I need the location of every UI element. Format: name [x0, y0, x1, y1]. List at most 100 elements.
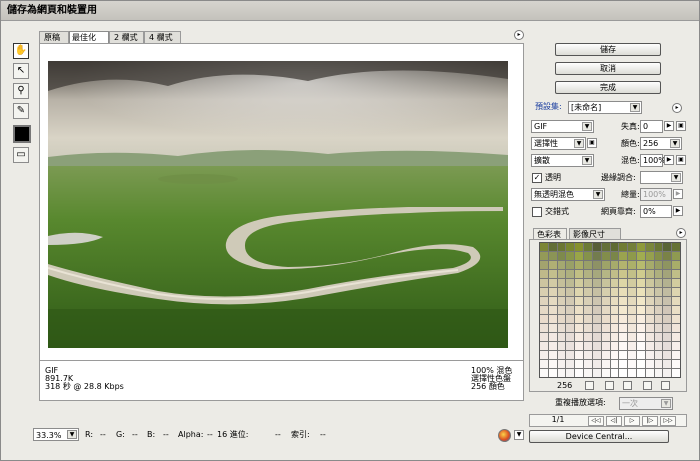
color-swatch[interactable]	[672, 324, 680, 332]
color-swatch[interactable]	[575, 297, 584, 305]
color-swatch[interactable]	[636, 360, 645, 368]
color-swatch[interactable]	[672, 279, 680, 287]
color-swatch[interactable]	[592, 369, 601, 377]
color-swatch[interactable]	[610, 270, 619, 278]
color-swatch[interactable]	[601, 360, 610, 368]
color-swatch[interactable]	[619, 288, 628, 296]
color-swatch[interactable]	[575, 243, 584, 251]
color-swatch[interactable]	[610, 288, 619, 296]
color-swatch[interactable]	[610, 324, 619, 332]
color-swatch[interactable]	[540, 324, 548, 332]
color-swatch[interactable]	[628, 297, 636, 305]
color-swatch[interactable]	[592, 360, 601, 368]
color-swatch[interactable]	[601, 297, 610, 305]
color-swatch[interactable]	[663, 306, 672, 314]
color-swatch[interactable]	[628, 369, 636, 377]
color-swatch[interactable]	[548, 333, 557, 341]
color-swatch[interactable]	[566, 243, 575, 251]
color-swatch[interactable]	[619, 279, 628, 287]
optimize-menu-icon[interactable]: ▸	[672, 103, 682, 113]
zoom-select[interactable]: 33.3% ▼	[33, 428, 79, 441]
color-swatch[interactable]	[645, 306, 654, 314]
preview-menu-icon[interactable]: ▸	[514, 30, 524, 40]
color-swatch[interactable]	[566, 315, 575, 323]
transparency-dither-select[interactable]: 無透明混色 ▼	[531, 188, 605, 201]
color-swatch[interactable]	[548, 243, 557, 251]
color-swatch[interactable]	[575, 306, 584, 314]
color-swatch[interactable]	[654, 288, 663, 296]
color-swatch[interactable]	[575, 252, 584, 260]
color-swatch[interactable]	[610, 279, 619, 287]
color-swatch[interactable]	[540, 369, 548, 377]
color-swatch[interactable]	[557, 315, 566, 323]
color-swatch[interactable]	[619, 243, 628, 251]
color-swatch[interactable]	[619, 324, 628, 332]
color-swatch[interactable]	[548, 306, 557, 314]
color-swatch[interactable]	[566, 351, 575, 359]
color-swatch[interactable]	[636, 270, 645, 278]
color-swatch[interactable]	[610, 243, 619, 251]
color-swatch[interactable]	[601, 288, 610, 296]
color-swatch[interactable]	[566, 342, 575, 350]
color-swatch[interactable]	[645, 279, 654, 287]
color-swatch[interactable]	[619, 270, 628, 278]
color-swatch[interactable]	[584, 360, 592, 368]
preset-select[interactable]: [未命名] ▼	[568, 101, 642, 114]
color-swatch[interactable]	[645, 270, 654, 278]
color-swatch[interactable]	[548, 324, 557, 332]
color-swatch[interactable]	[619, 360, 628, 368]
color-swatch[interactable]	[628, 342, 636, 350]
color-swatch[interactable]	[654, 351, 663, 359]
color-swatch[interactable]	[592, 252, 601, 260]
web-snap-slider-icon[interactable]: ▶	[673, 206, 683, 216]
web-snap-field[interactable]: 0%	[640, 205, 672, 218]
dither-amount-field[interactable]: 100%	[640, 154, 666, 167]
color-swatch[interactable]	[628, 333, 636, 341]
color-swatch[interactable]	[540, 297, 548, 305]
color-swatch[interactable]	[672, 288, 680, 296]
color-swatch[interactable]	[557, 270, 566, 278]
color-swatch[interactable]	[672, 369, 680, 377]
color-swatch[interactable]	[575, 360, 584, 368]
color-swatch[interactable]	[663, 279, 672, 287]
color-swatch[interactable]	[654, 252, 663, 260]
color-swatch[interactable]	[592, 324, 601, 332]
color-table-menu-icon[interactable]: ▸	[676, 228, 686, 238]
color-swatch[interactable]	[672, 333, 680, 341]
color-swatch[interactable]	[584, 270, 592, 278]
color-swatch[interactable]	[548, 297, 557, 305]
color-swatch[interactable]	[628, 279, 636, 287]
color-swatch[interactable]	[645, 351, 654, 359]
new-color-icon[interactable]	[643, 381, 652, 390]
color-swatch[interactable]	[654, 342, 663, 350]
color-swatch[interactable]	[645, 369, 654, 377]
color-swatch[interactable]	[584, 324, 592, 332]
lock-color-icon[interactable]	[623, 381, 632, 390]
color-swatch[interactable]	[566, 261, 575, 269]
color-swatch[interactable]	[628, 243, 636, 251]
color-swatch[interactable]	[672, 297, 680, 305]
color-swatch[interactable]	[619, 315, 628, 323]
color-swatch[interactable]	[548, 360, 557, 368]
color-swatch[interactable]	[575, 279, 584, 287]
slice-select-icon[interactable]: ↖	[13, 63, 29, 79]
color-swatch[interactable]	[628, 360, 636, 368]
color-swatch[interactable]	[663, 315, 672, 323]
color-swatch[interactable]	[566, 288, 575, 296]
color-swatch[interactable]	[645, 252, 654, 260]
lossy-slider-icon[interactable]: ▶	[664, 121, 674, 131]
color-swatch[interactable]	[610, 306, 619, 314]
color-swatch[interactable]	[540, 252, 548, 260]
done-button[interactable]: 完成	[555, 81, 661, 94]
color-swatch[interactable]	[663, 324, 672, 332]
color-swatch[interactable]	[592, 351, 601, 359]
color-swatch[interactable]	[610, 261, 619, 269]
color-swatch[interactable]	[672, 351, 680, 359]
color-swatch[interactable]	[540, 243, 548, 251]
eyedropper-color-swatch[interactable]	[13, 125, 31, 143]
color-swatch[interactable]	[628, 270, 636, 278]
color-swatch[interactable]	[592, 315, 601, 323]
color-swatch[interactable]	[663, 351, 672, 359]
color-swatch[interactable]	[636, 333, 645, 341]
color-swatch[interactable]	[548, 315, 557, 323]
